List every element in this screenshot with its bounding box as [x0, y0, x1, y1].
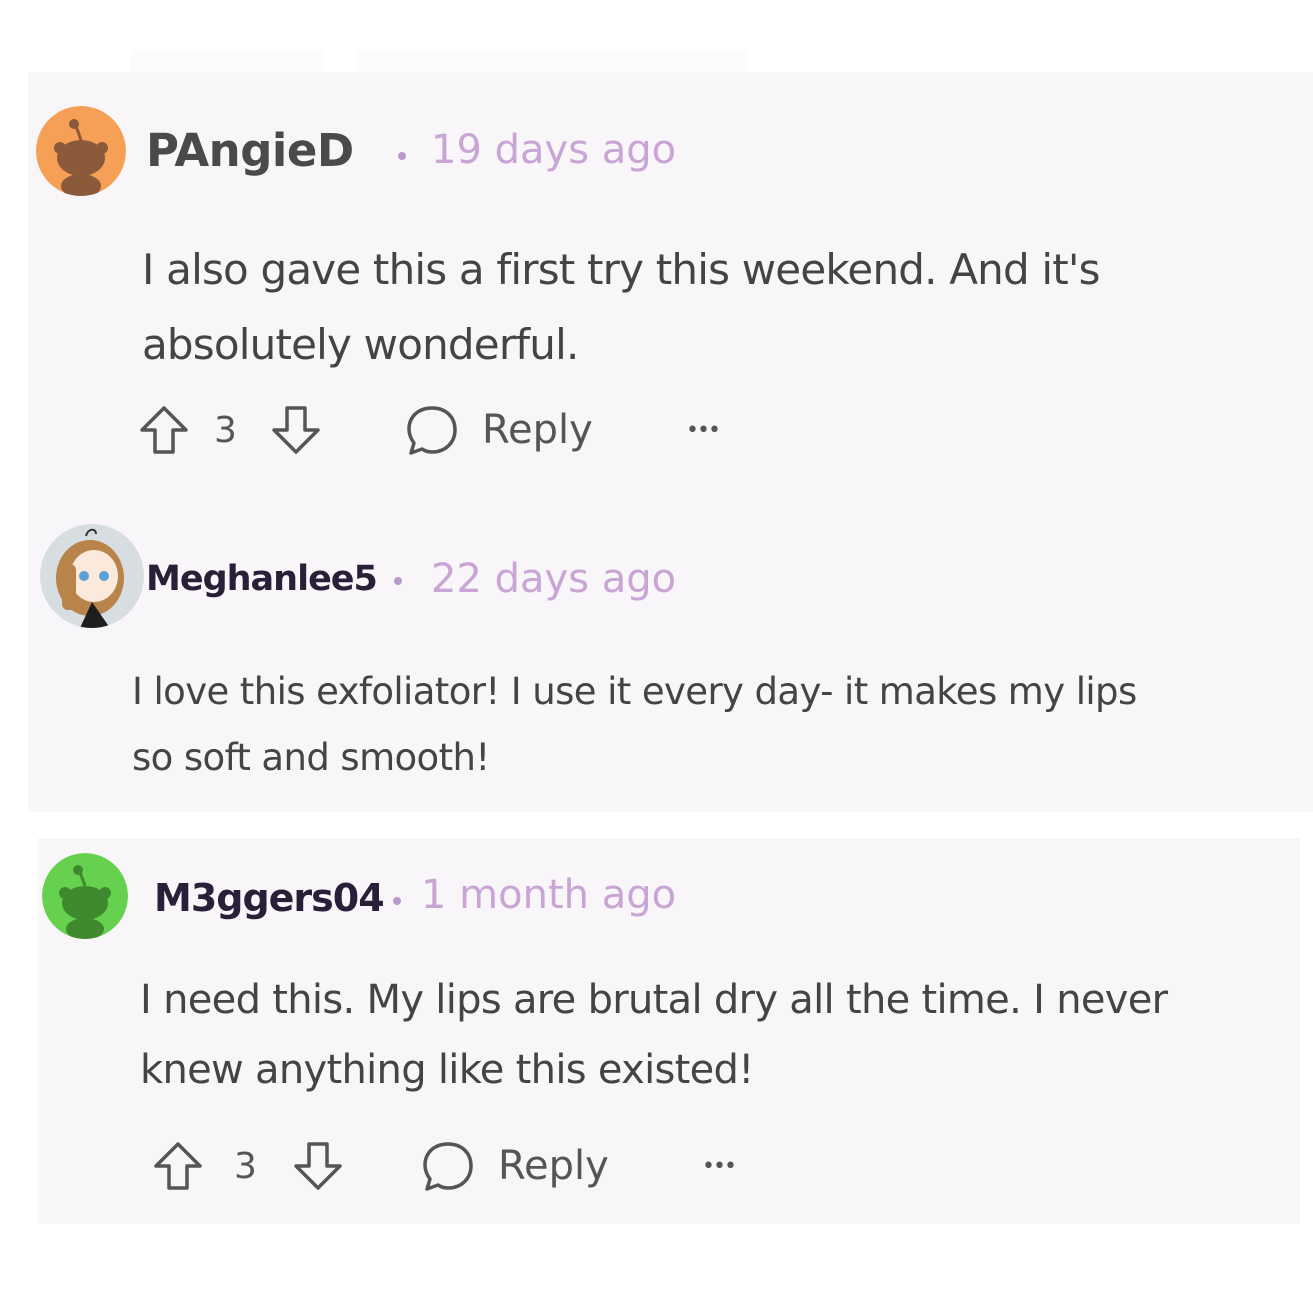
- more-options-button[interactable]: •••: [702, 1154, 737, 1179]
- speech-bubble-icon: [407, 406, 457, 455]
- comment-body-line: so soft and smooth!: [132, 736, 490, 779]
- comment-body-line: I need this. My lips are brutal dry all …: [140, 977, 1168, 1023]
- username[interactable]: M3ggers04: [154, 876, 385, 920]
- user-avatar[interactable]: [36, 106, 126, 196]
- reply-button[interactable]: [404, 402, 460, 458]
- comment-body: I love this exfoliator! I use it every d…: [132, 659, 1137, 791]
- separator-dot: [394, 577, 402, 585]
- vote-count: 3: [214, 410, 237, 451]
- comment-card: PAngieD 19 days ago I also gave this a f…: [28, 72, 1313, 474]
- comment-card: M3ggers04 1 month ago I need this. My li…: [38, 838, 1300, 1224]
- snoo-avatar-icon: [36, 106, 126, 196]
- vote-count: 3: [234, 1146, 257, 1187]
- snoo-avatar-icon: [42, 853, 128, 939]
- downvote-button[interactable]: [268, 402, 324, 458]
- comment-body-line: absolutely wonderful.: [142, 320, 579, 369]
- upvote-button[interactable]: [150, 1138, 206, 1194]
- reply-button[interactable]: [420, 1138, 476, 1194]
- more-options-button[interactable]: •••: [686, 418, 721, 443]
- comment-body: I also gave this a first try this weeken…: [142, 232, 1101, 382]
- top-strip: [356, 50, 748, 72]
- user-avatar[interactable]: [40, 524, 144, 628]
- upvote-arrow-icon: [140, 406, 188, 454]
- username[interactable]: PAngieD: [146, 124, 354, 177]
- separator-dot: [398, 152, 406, 160]
- timestamp[interactable]: 1 month ago: [421, 872, 676, 918]
- username[interactable]: Meghanlee5: [146, 559, 378, 599]
- downvote-arrow-icon: [294, 1142, 342, 1190]
- user-avatar[interactable]: [42, 853, 128, 939]
- upvote-arrow-icon: [154, 1142, 202, 1190]
- downvote-arrow-icon: [272, 406, 320, 454]
- speech-bubble-icon: [423, 1142, 473, 1191]
- timestamp[interactable]: 19 days ago: [431, 127, 676, 173]
- reply-label[interactable]: Reply: [498, 1143, 609, 1189]
- comment-body: I need this. My lips are brutal dry all …: [140, 965, 1168, 1105]
- separator-dot: [393, 897, 401, 905]
- comment-card: Meghanlee5 22 days ago I love this exfol…: [28, 474, 1313, 812]
- comment-body-line: I love this exfoliator! I use it every d…: [132, 670, 1137, 713]
- top-strip: [130, 50, 325, 72]
- comment-body-line: I also gave this a first try this weeken…: [142, 245, 1101, 294]
- comment-body-line: knew anything like this existed!: [140, 1047, 754, 1093]
- downvote-button[interactable]: [290, 1138, 346, 1194]
- anime-girl-avatar-icon: [40, 524, 144, 628]
- upvote-button[interactable]: [136, 402, 192, 458]
- reply-label[interactable]: Reply: [482, 407, 593, 453]
- timestamp[interactable]: 22 days ago: [431, 556, 676, 602]
